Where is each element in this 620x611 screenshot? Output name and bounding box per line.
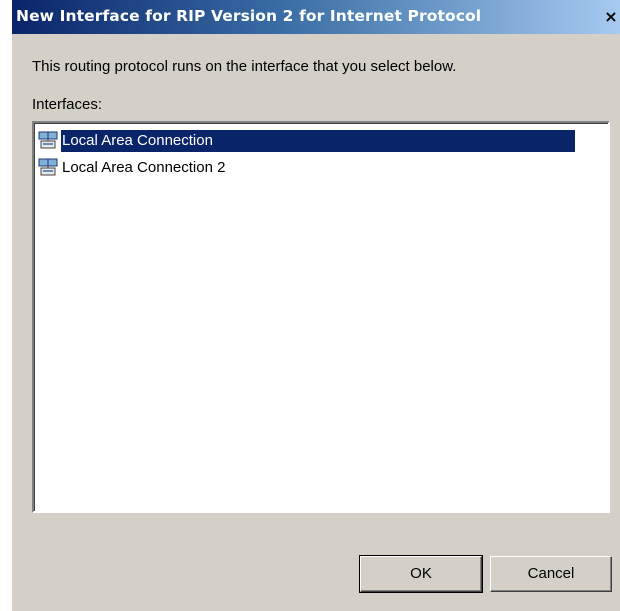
description-text: This routing protocol runs on the interf… bbox=[32, 58, 457, 75]
interfaces-label: Interfaces: bbox=[32, 96, 103, 113]
network-connection-icon bbox=[38, 131, 58, 149]
window-title: New Interface for RIP Version 2 for Inte… bbox=[16, 7, 482, 25]
selection-highlight: Local Area Connection bbox=[61, 130, 575, 152]
interface-item-label: Local Area Connection 2 bbox=[62, 159, 226, 176]
ok-button[interactable]: OK bbox=[359, 555, 483, 593]
item-label-wrap: Local Area Connection 2 bbox=[61, 157, 228, 179]
interface-item-local-area-connection[interactable]: Local Area Connection bbox=[38, 130, 575, 152]
network-connection-icon bbox=[38, 158, 58, 176]
new-interface-dialog: New Interface for RIP Version 2 for Inte… bbox=[12, 0, 620, 611]
interfaces-listbox[interactable]: Local Area Connection Local Area Connect… bbox=[32, 121, 610, 513]
interface-item-local-area-connection-2[interactable]: Local Area Connection 2 bbox=[38, 157, 228, 179]
close-icon[interactable]: × bbox=[602, 8, 620, 26]
cancel-button[interactable]: Cancel bbox=[490, 556, 612, 592]
title-bar[interactable]: New Interface for RIP Version 2 for Inte… bbox=[12, 0, 620, 34]
interface-item-label: Local Area Connection bbox=[62, 132, 213, 149]
